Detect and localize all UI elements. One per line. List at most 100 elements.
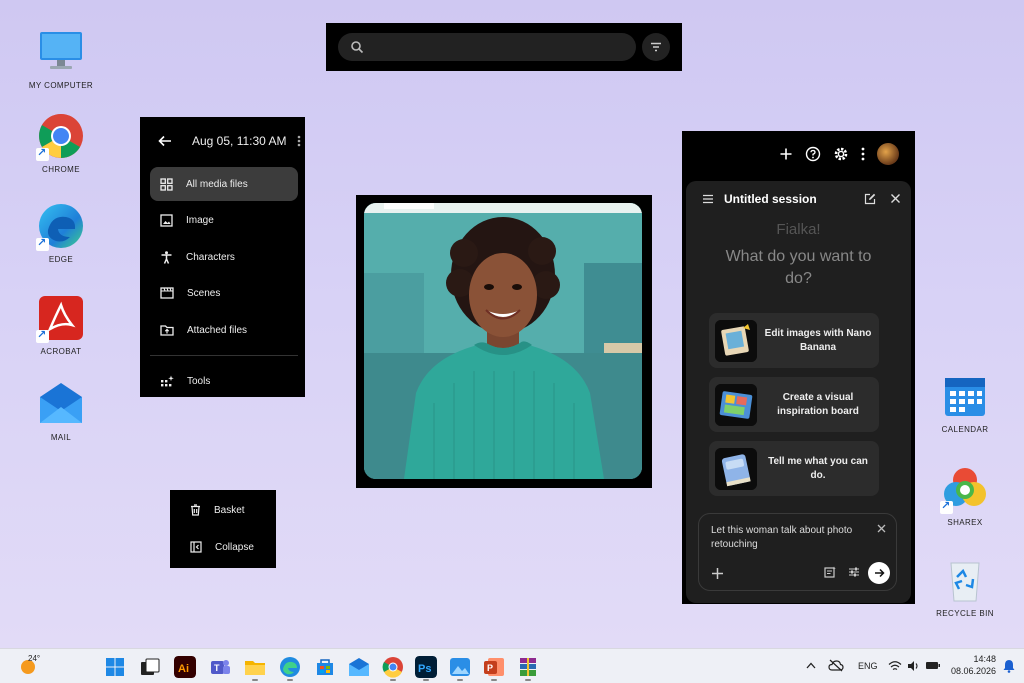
hamburger-menu-icon[interactable] [702, 194, 714, 204]
store-icon[interactable] [314, 656, 336, 678]
folder-upload-icon [160, 325, 174, 336]
suggestion-inspiration-board[interactable]: Create a visual inspiration board [709, 377, 879, 432]
edit-icon[interactable] [864, 193, 876, 205]
back-arrow-icon[interactable] [158, 135, 172, 147]
running-indicator [525, 679, 531, 681]
recycle-bin-icon [942, 557, 988, 603]
collapse-button[interactable]: Collapse [170, 532, 276, 562]
collapse-label: Collapse [215, 541, 254, 553]
arrow-right-icon [874, 568, 885, 578]
photo-frame-thumb-icon [715, 319, 757, 362]
session-card: Untitled session Fialka! What do you wan… [686, 181, 911, 603]
taskbar: 24° Ai T Ps P ENG 14:48 08.06.2026 [0, 648, 1024, 683]
chevron-up-icon[interactable] [806, 662, 816, 669]
task-view-icon[interactable] [139, 656, 161, 678]
svg-text:P: P [487, 663, 493, 673]
suggestion-label: Edit images with Nano Banana [764, 327, 872, 353]
cloud-off-icon[interactable] [828, 659, 844, 672]
battery-icon[interactable] [925, 660, 941, 671]
desktop-icon-my-computer[interactable]: MY COMPUTER [21, 29, 101, 90]
menu-item-characters[interactable]: Characters [150, 240, 298, 274]
shortcut-arrow-icon [36, 236, 49, 251]
teams-icon[interactable]: T [209, 656, 231, 678]
edge-icon[interactable] [279, 656, 301, 678]
edge-icon [36, 203, 84, 251]
filter-button[interactable] [642, 33, 670, 61]
mail-icon[interactable] [348, 656, 370, 678]
basket-button[interactable]: Basket [170, 495, 276, 525]
illustrator-icon[interactable]: Ai [174, 656, 196, 678]
desktop-icon-mail[interactable]: MAIL [21, 381, 101, 442]
desktop-icon-label: SHAREX [947, 518, 983, 527]
svg-text:T: T [214, 663, 220, 673]
search-input[interactable] [338, 33, 636, 61]
language-indicator[interactable]: ENG [858, 661, 878, 671]
running-indicator [491, 679, 497, 681]
menu-item-tools[interactable]: Tools [150, 364, 298, 398]
tune-icon[interactable] [848, 566, 860, 578]
tools-icon [161, 375, 174, 386]
menu-item-image[interactable]: Image [150, 203, 298, 237]
desktop-icon-chrome[interactable]: CHROME [21, 113, 101, 174]
notification-bell-icon[interactable] [1003, 659, 1015, 673]
film-icon [160, 287, 174, 299]
running-indicator [457, 679, 463, 681]
gear-icon[interactable] [833, 146, 849, 162]
photoshop-icon[interactable]: Ps [415, 656, 437, 678]
more-vert-icon[interactable] [297, 135, 301, 147]
desktop-icon-calendar[interactable]: CALENDAR [925, 373, 1005, 434]
desktop-icon-label: CALENDAR [941, 425, 989, 434]
winrar-icon[interactable] [517, 656, 539, 678]
suggestion-edit-images[interactable]: Edit images with Nano Banana [709, 313, 879, 368]
more-vert-icon[interactable] [861, 147, 865, 161]
windows-start-icon[interactable] [104, 656, 126, 678]
mail-icon [38, 381, 84, 427]
menu-item-label: All media files [186, 178, 248, 190]
help-icon[interactable] [805, 146, 821, 162]
shortcut-arrow-icon [36, 328, 49, 343]
notes-icon[interactable] [824, 566, 836, 578]
media-menu-panel: Aug 05, 11:30 AM All media files Image C… [140, 117, 305, 397]
portrait-photo[interactable] [364, 203, 642, 479]
monitor-icon [38, 29, 84, 75]
chrome-icon[interactable] [382, 656, 404, 678]
running-indicator [390, 679, 396, 681]
volume-icon[interactable] [907, 660, 920, 672]
search-icon [351, 41, 364, 54]
send-button[interactable] [868, 562, 890, 584]
calendar-icon [942, 373, 988, 419]
user-avatar[interactable] [877, 143, 899, 165]
suggestion-tell-me[interactable]: Tell me what you can do. [709, 441, 879, 496]
svg-text:Ai: Ai [178, 663, 189, 675]
menu-item-scenes[interactable]: Scenes [150, 276, 298, 310]
compose-box[interactable]: Let this woman talk about photo retouchi… [698, 513, 897, 591]
close-icon[interactable] [890, 193, 901, 204]
compose-input[interactable]: Let this woman talk about photo retouchi… [711, 524, 871, 552]
grid-icon [160, 177, 173, 191]
running-indicator [252, 679, 258, 681]
menu-header: Aug 05, 11:30 AM [140, 117, 305, 165]
close-icon[interactable] [877, 524, 886, 533]
powerpoint-icon[interactable]: P [483, 656, 505, 678]
desktop-icon-sharex[interactable]: SHAREX [925, 466, 1005, 527]
desktop-icon-recycle-bin[interactable]: RECYCLE BIN [925, 557, 1005, 618]
desktop-icon-label: CHROME [42, 165, 80, 174]
add-attachment-icon[interactable] [711, 567, 724, 580]
search-panel [326, 23, 682, 71]
clock[interactable]: 14:48 08.06.2026 [950, 653, 996, 677]
desktop-icon-label: MY COMPUTER [28, 81, 94, 90]
desktop-icon-label: RECYCLE BIN [936, 609, 994, 618]
desktop-icon-acrobat[interactable]: ACROBAT [21, 295, 101, 356]
session-header: Untitled session [686, 181, 911, 217]
menu-item-all-media-files[interactable]: All media files [150, 167, 298, 201]
book-thumb-icon [715, 447, 757, 490]
plus-icon[interactable] [779, 147, 793, 161]
desktop-icon-edge[interactable]: EDGE [21, 203, 101, 264]
basket-label: Basket [214, 504, 245, 516]
wifi-icon[interactable] [888, 660, 902, 672]
session-date: Aug 05, 11:30 AM [192, 134, 287, 148]
greeting-name: Fialka! [776, 221, 821, 238]
menu-item-attached-files[interactable]: Attached files [150, 313, 298, 347]
file-explorer-icon[interactable] [244, 656, 266, 678]
photos-icon[interactable] [449, 656, 471, 678]
